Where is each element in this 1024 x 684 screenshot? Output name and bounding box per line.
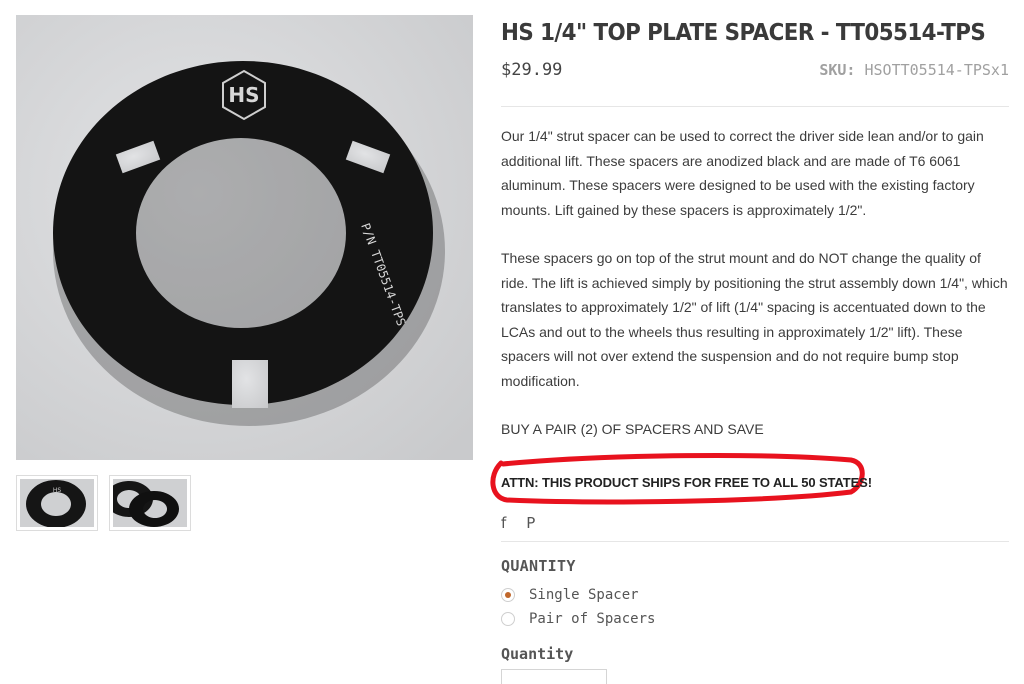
product-description: Our 1/4" strut spacer can be used to cor…: [490, 124, 1009, 504]
radio-single-spacer[interactable]: [501, 587, 515, 602]
svg-text:HS: HS: [53, 487, 62, 494]
pair-spacers-thumbnail-image: [113, 479, 187, 527]
thumbnail-pair-of-spacers[interactable]: [109, 475, 191, 531]
sku-label: SKU:: [819, 61, 856, 79]
quantity-options-heading: QUANTITY: [501, 556, 576, 575]
product-title: HS 1/4" TOP PLATE SPACER - TT05514-TPS: [501, 20, 986, 46]
price-row: $29.99 SKU: HSOTT05514-TPSx1: [501, 60, 1009, 88]
pair-savings-note: BUY A PAIR (2) OF SPACERS AND SAVE: [501, 421, 764, 437]
main-product-image[interactable]: HS P/N TT05514-TPS: [16, 15, 473, 460]
sku-value: HSOTT05514-TPSx1: [864, 61, 1010, 79]
quantity-options: Single Spacer Pair of Spacers: [501, 583, 1009, 631]
spacer-photo: HS P/N TT05514-TPS: [16, 15, 473, 460]
free-shipping-text: ATTN: THIS PRODUCT SHIPS FOR FREE TO ALL…: [501, 474, 872, 490]
divider: [501, 540, 1009, 542]
pinterest-icon[interactable]: P: [526, 514, 535, 532]
logo-text: HS: [228, 83, 259, 107]
free-shipping-callout: ATTN: THIS PRODUCT SHIPS FOR FREE TO ALL…: [490, 452, 1009, 504]
option-single-spacer[interactable]: Single Spacer: [501, 583, 1009, 607]
single-spacer-thumbnail-image: HS: [20, 479, 94, 527]
radio-pair-of-spacers[interactable]: [501, 611, 515, 626]
product-price: $29.99: [501, 60, 563, 80]
product-sku: SKU: HSOTT05514-TPSx1: [819, 61, 1009, 79]
option-label: Single Spacer: [529, 586, 639, 603]
description-paragraph: Our 1/4" strut spacer can be used to cor…: [501, 128, 984, 218]
product-gallery: HS P/N TT05514-TPS HS: [16, 15, 473, 531]
divider: [501, 106, 1009, 107]
quantity-label: Quantity: [501, 644, 574, 663]
product-info: HS 1/4" TOP PLATE SPACER - TT05514-TPS $…: [490, 18, 1009, 684]
facebook-icon[interactable]: f: [501, 514, 506, 532]
quantity-input[interactable]: [501, 668, 607, 684]
option-label: Pair of Spacers: [529, 610, 656, 627]
option-pair-of-spacers[interactable]: Pair of Spacers: [501, 607, 1009, 631]
thumbnail-single-spacer[interactable]: HS: [16, 475, 98, 531]
thumbnail-strip: HS: [16, 475, 473, 531]
description-paragraph: These spacers go on top of the strut mou…: [501, 250, 1008, 389]
social-share: f P: [501, 513, 1009, 533]
